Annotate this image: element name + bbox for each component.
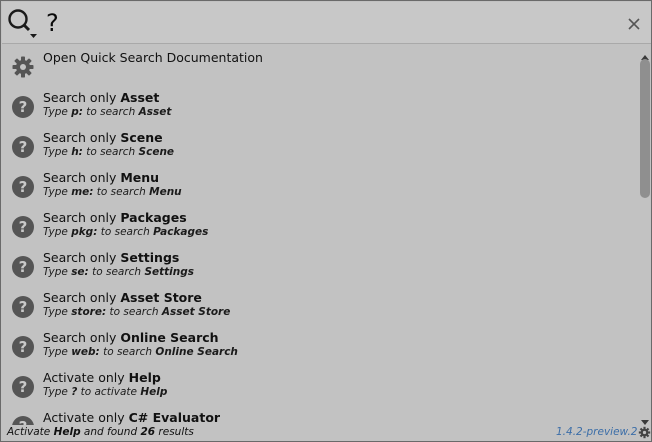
question-circle-icon: ?: [11, 375, 35, 399]
result-description: Type pkg: to search Packages: [43, 226, 209, 238]
result-item-menu[interactable]: ? Search only Menu Type me: to search Me…: [2, 167, 638, 207]
question-circle-icon: ?: [11, 295, 35, 319]
close-icon[interactable]: [624, 14, 644, 34]
result-label: Search only Scene: [43, 130, 163, 145]
result-description: Type ? to activate Help: [43, 386, 168, 398]
scroll-down-arrow-icon[interactable]: [641, 411, 649, 425]
results-list[interactable]: Open Quick Search Documentation ? Search…: [2, 45, 638, 425]
result-description: Type me: to search Menu: [43, 186, 182, 198]
result-item-scene[interactable]: ? Search only Scene Type h: to search Sc…: [2, 127, 638, 167]
question-circle-icon: ?: [11, 175, 35, 199]
result-item-documentation[interactable]: Open Quick Search Documentation: [2, 47, 638, 87]
result-description: Type se: to search Settings: [43, 266, 194, 278]
question-circle-icon: ?: [11, 95, 35, 119]
result-label: Open Quick Search Documentation: [43, 50, 263, 65]
question-circle-icon: ?: [11, 215, 35, 239]
result-description: Type web: to search Online Search: [43, 346, 238, 358]
result-label: Activate only C# Evaluator: [43, 410, 221, 425]
search-bar: [2, 2, 651, 44]
result-label: Search only Asset Store: [43, 290, 202, 305]
result-label: Search only Online Search: [43, 330, 219, 345]
result-item-settings[interactable]: ? Search only Settings Type se: to searc…: [2, 247, 638, 287]
result-label: Search only Packages: [43, 210, 187, 225]
scroll-thumb[interactable]: [640, 59, 650, 198]
question-circle-icon: ?: [11, 335, 35, 359]
quick-search-window: Open Quick Search Documentation ? Search…: [0, 0, 652, 442]
status-bar: Activate Help and found 26 results 1.4.2…: [2, 425, 651, 441]
question-circle-icon: ?: [11, 415, 35, 425]
result-label: Search only Settings: [43, 250, 180, 265]
result-item-asset-store[interactable]: ? Search only Asset Store Type store: to…: [2, 287, 638, 327]
result-item-help[interactable]: ? Activate only Help Type ? to activate …: [2, 367, 638, 407]
result-description: Type h: to search Scene: [43, 146, 175, 158]
status-text: Activate Help and found 26 results: [7, 426, 194, 438]
search-icon[interactable]: [6, 7, 38, 41]
gear-icon: [11, 55, 35, 79]
result-item-packages[interactable]: ? Search only Packages Type pkg: to sear…: [2, 207, 638, 247]
question-circle-icon: ?: [11, 255, 35, 279]
search-input[interactable]: [46, 6, 606, 40]
result-item-asset[interactable]: ? Search only Asset Type p: to search As…: [2, 87, 638, 127]
result-description: Type store: to search Asset Store: [43, 306, 231, 318]
result-item-csharp-evaluator[interactable]: ? Activate only C# Evaluator: [2, 407, 638, 425]
result-description: Type p: to search Asset: [43, 106, 172, 118]
result-item-online-search[interactable]: ? Search only Online Search Type web: to…: [2, 327, 638, 367]
results-scrollbar[interactable]: [638, 45, 651, 425]
result-label: Search only Asset: [43, 90, 160, 105]
scroll-up-arrow-icon[interactable]: [641, 47, 649, 60]
question-circle-icon: ?: [11, 135, 35, 159]
result-label: Search only Menu: [43, 170, 160, 185]
result-label: Activate only Help: [43, 370, 161, 385]
settings-gear-icon[interactable]: [638, 426, 651, 439]
version-link[interactable]: 1.4.2-preview.2: [556, 426, 637, 438]
